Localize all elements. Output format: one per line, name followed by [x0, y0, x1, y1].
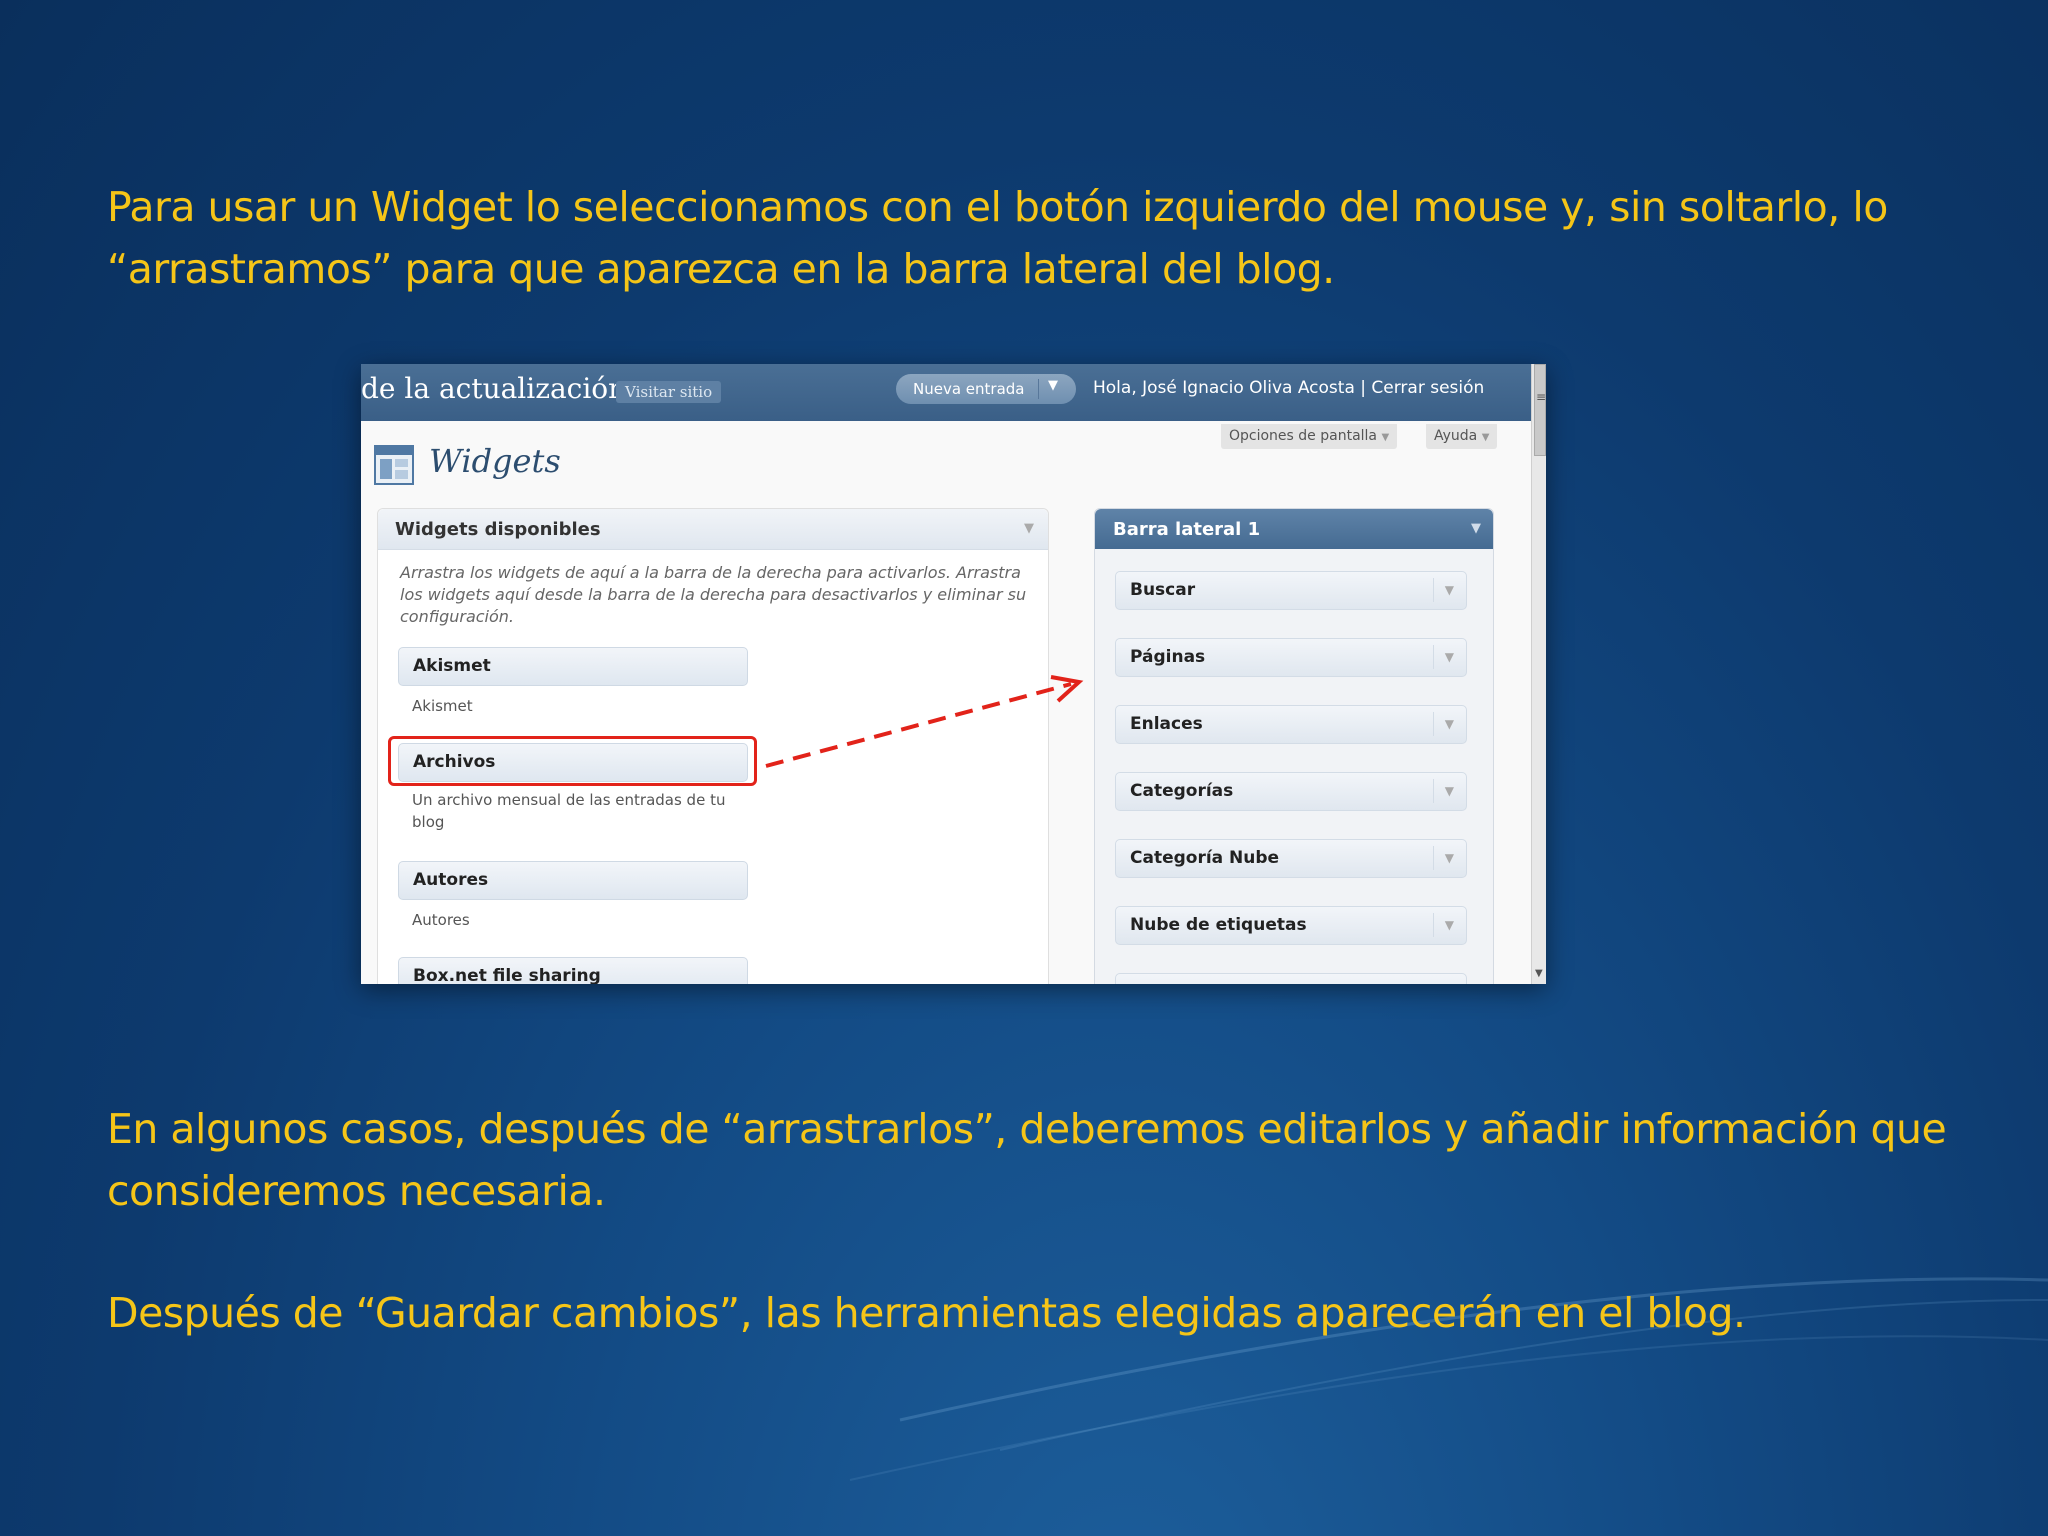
screen-options-tab[interactable]: Opciones de pantalla ▼ [1221, 424, 1398, 449]
new-entry-button[interactable]: Nueva entrada ▼ [896, 374, 1076, 404]
visit-site-button[interactable]: Visitar sitio [616, 381, 722, 403]
page-title: Widgets [429, 442, 561, 480]
sidebar-title: Barra lateral 1 [1113, 519, 1261, 540]
widget-title: Box.net file sharing [413, 966, 601, 984]
chevron-down-icon[interactable]: ▼ [1445, 650, 1454, 664]
chevron-down-icon[interactable]: ▼ [1048, 378, 1058, 393]
widget-description: Akismet [412, 697, 473, 715]
available-widgets-header[interactable]: Widgets disponibles ▼ [378, 509, 1048, 550]
widget-box-net[interactable]: Box.net file sharing [398, 957, 748, 984]
sidebar-widget-partial[interactable] [1115, 973, 1467, 984]
chevron-down-icon[interactable]: ▼ [1445, 851, 1454, 865]
widget-title: Akismet [413, 656, 491, 676]
divider [1433, 578, 1434, 602]
selected-widget-highlight [388, 736, 757, 786]
widget-title: Enlaces [1130, 714, 1203, 734]
divider [1433, 712, 1434, 736]
chevron-down-icon[interactable]: ▼ [1445, 717, 1454, 731]
chevron-down-icon[interactable]: ▼ [1445, 918, 1454, 932]
chevron-down-icon[interactable]: ▼ [1471, 521, 1481, 536]
scrollbar-thumb[interactable] [1534, 364, 1546, 456]
new-entry-label: Nueva entrada [913, 380, 1025, 398]
slide-intro-text: Para usar un Widget lo seleccionamos con… [107, 183, 1888, 293]
sidebar-widget-paginas[interactable]: Páginas ▼ [1115, 638, 1467, 677]
divider [1433, 779, 1434, 803]
sidebar-widget-categorias[interactable]: Categorías ▼ [1115, 772, 1467, 811]
available-widgets-title: Widgets disponibles [395, 519, 601, 540]
widget-title: Categorías [1130, 781, 1234, 801]
slide-edit-text: En algunos casos, después de “arrastrarl… [107, 1105, 1947, 1215]
sidebar-header[interactable]: Barra lateral 1 ▼ [1095, 509, 1493, 549]
widget-title: Nube de etiquetas [1130, 915, 1307, 935]
widget-autores[interactable]: Autores [398, 861, 748, 900]
slide-save-text: Después de “Guardar cambios”, las herram… [107, 1289, 1746, 1337]
widget-title: Páginas [1130, 647, 1206, 667]
sidebar-widget-nube-etiquetas[interactable]: Nube de etiquetas ▼ [1115, 906, 1467, 945]
divider [1038, 379, 1039, 399]
scrollbar[interactable]: ≡ ▼ [1531, 364, 1546, 984]
chevron-down-icon: ▼ [1481, 432, 1490, 443]
wordpress-widgets-screenshot: de la actualización Visitar sitio Nueva … [361, 364, 1546, 984]
widget-title: Categoría Nube [1130, 848, 1280, 868]
sidebar-widget-categoria-nube[interactable]: Categoría Nube ▼ [1115, 839, 1467, 878]
chevron-down-icon[interactable]: ▼ [1445, 583, 1454, 597]
sidebar-widget-buscar[interactable]: Buscar ▼ [1115, 571, 1467, 610]
widget-title: Buscar [1130, 580, 1196, 600]
screen-options-label: Opciones de pantalla [1229, 428, 1378, 444]
widget-description: Un archivo mensual de las entradas de tu… [412, 791, 726, 831]
divider [1433, 846, 1434, 870]
admin-header: de la actualización Visitar sitio Nueva … [361, 364, 1531, 421]
available-widgets-description: Arrastra los widgets de aquí a la barra … [400, 563, 1027, 626]
scroll-down-icon[interactable]: ▼ [1535, 968, 1543, 979]
chevron-down-icon[interactable]: ▼ [1445, 784, 1454, 798]
help-tab[interactable]: Ayuda ▼ [1426, 424, 1498, 449]
widget-title: Autores [413, 870, 489, 890]
sidebar-widget-enlaces[interactable]: Enlaces ▼ [1115, 705, 1467, 744]
grip-icon: ≡ [1536, 390, 1546, 404]
chevron-down-icon: ▼ [1381, 432, 1390, 443]
widgets-icon [374, 445, 414, 485]
widget-description: Autores [412, 911, 470, 929]
sidebar-widget-area[interactable]: Barra lateral 1 ▼ Buscar ▼ Páginas ▼ Enl… [1094, 508, 1494, 984]
user-greeting[interactable]: Hola, José Ignacio Oliva Acosta | Cerrar… [1093, 378, 1484, 398]
site-title[interactable]: de la actualización [361, 372, 626, 405]
divider [1433, 645, 1434, 669]
help-label: Ayuda [1434, 428, 1478, 444]
divider [1433, 913, 1434, 937]
chevron-down-icon[interactable]: ▼ [1024, 521, 1034, 536]
widget-akismet[interactable]: Akismet [398, 647, 748, 686]
